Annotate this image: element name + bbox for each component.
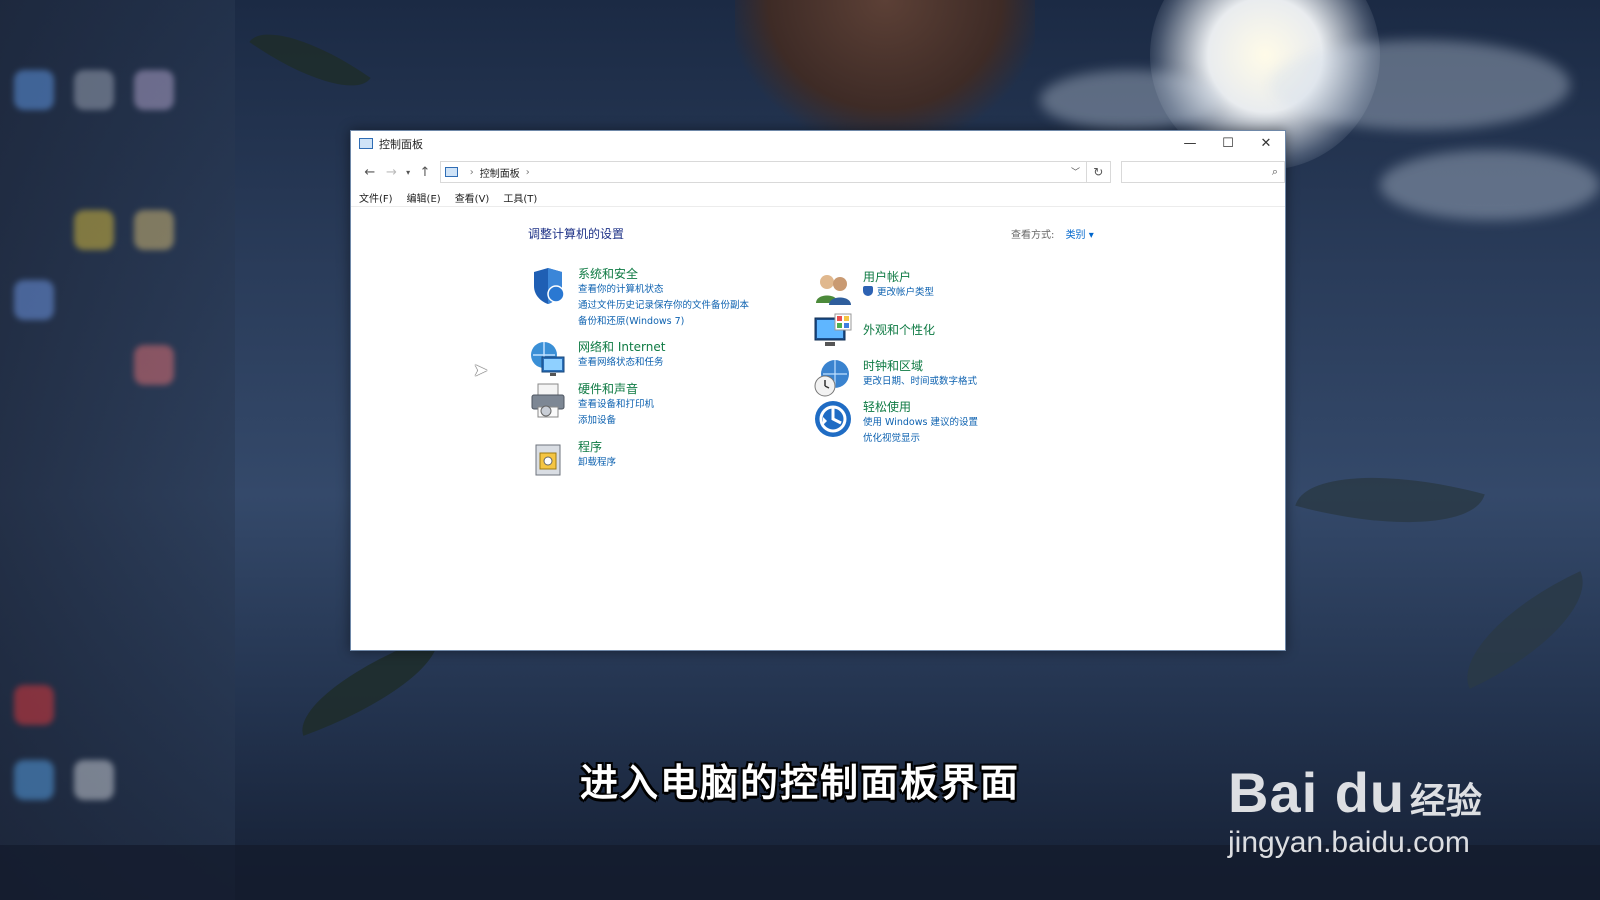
menu-view[interactable]: 查看(V) <box>455 190 490 205</box>
desktop-icon <box>14 70 54 110</box>
category-ease-of-access: 轻松使用 使用 Windows 建议的设置 优化视觉显示 <box>813 399 978 447</box>
category-link[interactable]: 查看你的计算机状态 <box>578 282 749 298</box>
menu-bar: 文件(F) 编辑(E) 查看(V) 工具(T) <box>351 188 1285 207</box>
window-title: 控制面板 <box>379 137 423 151</box>
breadcrumb-separator: › <box>469 166 474 178</box>
leaf <box>1295 447 1485 553</box>
category-link[interactable]: 添加设备 <box>578 413 654 429</box>
address-dropdown-chevron-icon[interactable]: ﹀ <box>1071 165 1080 178</box>
users-icon[interactable] <box>813 269 853 309</box>
navigation-bar: ← → ▾ ↑ › 控制面板 › ﹀ ↻ ⌕ <box>351 156 1285 188</box>
category-link[interactable]: 优化视觉显示 <box>863 431 978 447</box>
accessibility-icon[interactable] <box>813 399 853 439</box>
category-link[interactable]: 卸载程序 <box>578 455 616 471</box>
desktop-icon <box>74 70 114 110</box>
display-icon[interactable] <box>813 312 853 352</box>
view-by-label: 查看方式: <box>1011 230 1055 241</box>
view-by-dropdown[interactable]: 类别 ▾ <box>1066 230 1094 241</box>
baidu-watermark-url: jingyan.baidu.com <box>1228 826 1470 859</box>
view-by: 查看方式: 类别 ▾ <box>1011 226 1094 241</box>
desktop-icon <box>134 345 174 385</box>
network-icon[interactable] <box>528 339 568 379</box>
leaf <box>1444 571 1600 689</box>
forward-arrow-icon[interactable]: → <box>381 161 403 183</box>
recent-locations-chevron-icon[interactable]: ▾ <box>402 161 414 183</box>
category-title[interactable]: 轻松使用 <box>863 399 978 415</box>
category-title[interactable]: 硬件和声音 <box>578 381 654 397</box>
category-appearance: 外观和个性化 <box>813 312 935 352</box>
category-programs: 程序 卸载程序 <box>528 439 616 479</box>
category-title[interactable]: 用户帐户 <box>863 269 934 285</box>
cloud <box>1380 150 1600 220</box>
menu-file[interactable]: 文件(F) <box>359 190 393 205</box>
leaf <box>249 9 371 111</box>
breadcrumb-control-panel[interactable]: 控制面板 <box>480 165 520 180</box>
category-hardware-sound: 硬件和声音 查看设备和打印机 添加设备 <box>528 381 654 429</box>
up-arrow-icon[interactable]: ↑ <box>414 161 436 183</box>
category-system-security: 系统和安全 查看你的计算机状态 通过文件历史记录保存你的文件备份副本 备份和还原… <box>528 266 749 330</box>
category-user-accounts: 用户帐户 更改帐户类型 <box>813 269 934 309</box>
category-title[interactable]: 网络和 Internet <box>578 339 665 355</box>
menu-edit[interactable]: 编辑(E) <box>407 190 441 205</box>
page-title: 调整计算机的设置 <box>528 227 625 241</box>
breadcrumb-separator[interactable]: › <box>526 167 530 178</box>
category-link[interactable]: 更改帐户类型 <box>863 285 934 301</box>
cloud <box>1040 70 1220 130</box>
category-link[interactable]: 使用 Windows 建议的设置 <box>863 415 978 431</box>
title-bar[interactable]: 控制面板 — ☐ ✕ <box>351 131 1285 156</box>
baidu-watermark-logo: Bai du <box>1228 761 1406 824</box>
uac-shield-icon <box>863 286 873 296</box>
close-button[interactable]: ✕ <box>1247 131 1285 156</box>
desktop-icon <box>74 210 114 250</box>
category-link[interactable]: 查看网络状态和任务 <box>578 355 665 371</box>
category-title[interactable]: 系统和安全 <box>578 266 749 282</box>
shield-icon[interactable] <box>528 266 568 306</box>
content-area: 调整计算机的设置 查看方式: 类别 ▾ 系统和安全 查看你的计算机状态 通过文件… <box>351 208 1285 650</box>
desktop-icon <box>14 280 54 320</box>
category-network-internet: 网络和 Internet 查看网络状态和任务 <box>528 339 665 379</box>
menu-tools[interactable]: 工具(T) <box>503 190 537 205</box>
mouse-cursor-icon: ➤ <box>473 360 489 381</box>
category-link[interactable]: 备份和还原(Windows 7) <box>578 314 749 330</box>
category-clock-region: 时钟和区域 更改日期、时间或数字格式 <box>813 358 977 398</box>
category-title[interactable]: 程序 <box>578 439 616 455</box>
category-link[interactable]: 查看设备和打印机 <box>578 397 654 413</box>
minimize-button[interactable]: — <box>1171 131 1209 156</box>
search-box[interactable]: ⌕ <box>1120 161 1285 183</box>
character-hair <box>735 0 1035 140</box>
desktop-icon <box>134 210 174 250</box>
category-link[interactable]: 更改日期、时间或数字格式 <box>863 374 977 390</box>
control-panel-icon <box>444 167 458 177</box>
search-input[interactable] <box>1125 166 1266 178</box>
control-panel-window: 控制面板 — ☐ ✕ ← → ▾ ↑ › 控制面板 › ﹀ ↻ ⌕ 文件(F) … <box>350 130 1286 651</box>
desktop-icon <box>134 70 174 110</box>
cloud <box>1270 40 1570 130</box>
programs-icon[interactable] <box>528 439 568 479</box>
maximize-button[interactable]: ☐ <box>1209 131 1247 156</box>
category-title[interactable]: 时钟和区域 <box>863 358 977 374</box>
category-title[interactable]: 外观和个性化 <box>863 322 935 338</box>
window-controls: — ☐ ✕ <box>1171 131 1285 156</box>
baidu-watermark-jingyan: 经验 <box>1410 781 1483 822</box>
control-panel-icon <box>359 138 373 149</box>
printer-icon[interactable] <box>528 381 568 421</box>
back-arrow-icon[interactable]: ← <box>359 161 381 183</box>
address-bar[interactable]: › 控制面板 › ﹀ <box>439 161 1088 183</box>
category-link-text[interactable]: 更改帐户类型 <box>877 287 934 298</box>
clock-icon[interactable] <box>813 358 853 398</box>
category-link[interactable]: 通过文件历史记录保存你的文件备份副本 <box>578 298 749 314</box>
refresh-icon[interactable]: ↻ <box>1087 161 1111 183</box>
search-icon[interactable]: ⌕ <box>1272 165 1278 179</box>
desktop-icon <box>14 685 54 725</box>
